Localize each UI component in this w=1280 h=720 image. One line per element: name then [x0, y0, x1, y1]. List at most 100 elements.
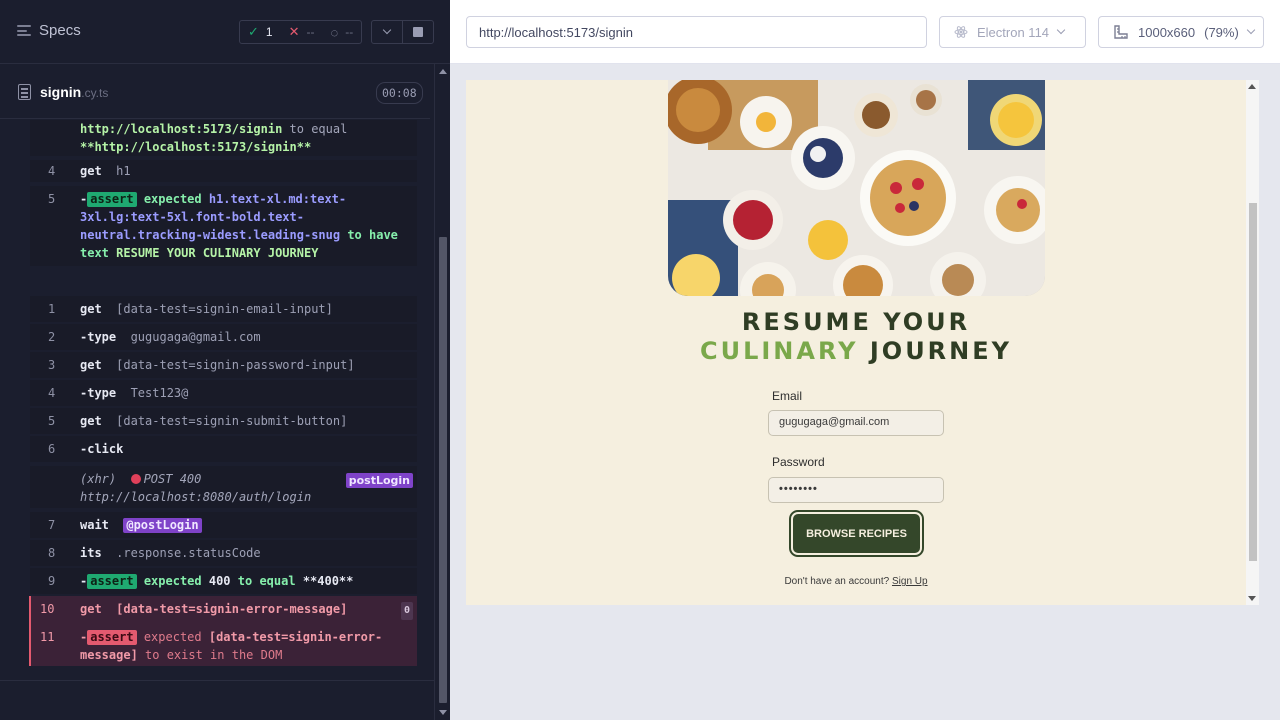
command-prefix: - — [80, 192, 88, 206]
chevron-down-icon — [382, 25, 392, 35]
command-number: 4 — [48, 164, 56, 178]
aut-header: http://localhost:5173/signin Electron 11… — [450, 0, 1280, 64]
chevron-down-icon — [1056, 25, 1066, 35]
command-number: 9 — [48, 574, 56, 588]
xhr-url: http://localhost:8080/auth/login — [80, 490, 312, 504]
scroll-down-icon — [439, 710, 447, 715]
signup-link[interactable]: Sign Up — [892, 576, 928, 587]
scroll-down-icon — [1248, 596, 1256, 601]
command-number: 8 — [48, 546, 56, 560]
command-row[interactable]: 2 -type gugugaga@gmail.com — [30, 324, 417, 350]
assert-expected: **400** — [302, 574, 354, 588]
command-name: -type — [80, 386, 117, 400]
collapse-button[interactable] — [372, 21, 403, 43]
spec-file-header: signin.cy.ts 00:08 — [0, 65, 430, 119]
xhr-status: POST 400 — [143, 472, 202, 486]
password-input[interactable]: •••••••• — [768, 477, 944, 503]
command-arg: gugugaga@gmail.com — [130, 330, 261, 344]
url-bar[interactable]: http://localhost:5173/signin — [466, 16, 927, 48]
command-name: get — [80, 358, 102, 372]
command-name: get — [80, 414, 102, 428]
command-name: get — [80, 302, 102, 316]
command-number: 10 — [40, 602, 55, 616]
command-prefix: - — [80, 574, 88, 588]
command-arg: [data-test=signin-submit-button] — [116, 414, 348, 428]
menu-icon — [17, 25, 31, 36]
scroll-up-icon — [439, 69, 447, 74]
failed-command-row[interactable]: 11 - assert expected [data-test=signin-er… — [30, 622, 417, 666]
command-name: its — [80, 546, 102, 560]
alias-badge: @postLogin — [123, 518, 202, 533]
command-row[interactable]: 4 -type Test123@ — [30, 380, 417, 406]
command-row[interactable]: 4 get h1 — [30, 160, 417, 182]
command-number: 5 — [48, 192, 56, 206]
document-icon — [18, 84, 31, 100]
spec-file-name[interactable]: signin.cy.ts — [40, 84, 108, 100]
assert-badge: assert — [87, 630, 137, 645]
command-row[interactable]: 5 - assert expected h1.text-xl.md:text-3x… — [30, 186, 417, 266]
command-number: 5 — [48, 414, 56, 428]
browse-recipes-button[interactable]: BROWSE RECIPES — [789, 510, 924, 557]
command-name: -type — [80, 330, 117, 344]
browser-selector[interactable]: Electron 114 — [939, 16, 1086, 48]
element-count-badge: 0 — [400, 602, 413, 620]
scroll-up-icon — [1248, 84, 1256, 89]
failed-command-row[interactable]: 10 get [data-test=signin-error-message] … — [30, 596, 417, 622]
command-row[interactable]: 9 - assert expected 400 to equal **400** — [30, 568, 417, 594]
assert-phrase: to equal — [289, 122, 348, 136]
command-number: 1 — [48, 302, 56, 316]
command-row[interactable]: 7 wait @postLogin — [30, 512, 417, 538]
signup-text: Don't have an account? — [784, 576, 890, 587]
xhr-row[interactable]: (xhr) POST 400 http://localhost:8080/aut… — [30, 466, 417, 508]
app-under-test: RESUME YOUR CULINARY JOURNEY Email gugug… — [466, 80, 1259, 605]
scrollbar-thumb[interactable] — [439, 237, 447, 703]
command-arg: .response.statusCode — [116, 546, 261, 560]
title-word: JOURNEY — [869, 337, 1013, 365]
reporter-footer — [0, 680, 434, 720]
command-number: 6 — [48, 442, 56, 456]
stop-button[interactable] — [403, 21, 433, 43]
hero-food-image — [668, 80, 1045, 296]
command-row[interactable]: 6 -click — [30, 436, 417, 462]
stop-icon — [413, 27, 423, 37]
pending-icon: ◌ — [330, 24, 339, 40]
assert-value: RESUME YOUR CULINARY JOURNEY — [116, 246, 319, 260]
spec-name: signin — [40, 84, 82, 100]
title-word-highlight: CULINARY — [699, 337, 859, 365]
passed-count: 1 — [265, 25, 273, 39]
electron-icon — [954, 26, 968, 38]
specs-label: Specs — [39, 22, 81, 39]
alias-badge: postLogin — [345, 473, 413, 488]
scrollbar-thumb[interactable] — [1249, 203, 1257, 561]
password-label: Password — [772, 455, 825, 469]
viewport-size: 1000x660 — [1138, 24, 1196, 40]
command-arg: [data-test=signin-error-message] — [116, 602, 348, 616]
check-icon: ✓ — [248, 24, 259, 39]
spec-duration: 00:08 — [376, 82, 423, 104]
command-prefix: - — [80, 630, 88, 644]
command-log-scrollbar[interactable] — [434, 64, 450, 720]
breakfast-table-photo — [668, 80, 1045, 296]
command-row[interactable]: http://localhost:5173/signin to equal **… — [30, 120, 417, 156]
viewport-selector[interactable]: 1000x660 (79%) — [1098, 16, 1264, 48]
assert-actual: http://localhost:5173/signin — [80, 122, 283, 136]
command-row[interactable]: 8 its .response.statusCode — [30, 540, 417, 566]
signup-prompt: Don't have an account? Sign Up — [466, 576, 1246, 587]
assert-phrase: to exist in the DOM — [145, 648, 283, 662]
ruler-icon — [1114, 25, 1128, 39]
assert-expected-word: expected — [143, 192, 202, 206]
command-name: wait — [80, 518, 109, 532]
spec-ext: .cy.ts — [81, 86, 109, 100]
specs-button[interactable]: Specs — [17, 22, 81, 39]
command-row[interactable]: 3 get [data-test=signin-password-input] — [30, 352, 417, 378]
command-arg: [data-test=signin-email-input] — [116, 302, 333, 316]
chevron-down-icon — [1246, 25, 1256, 35]
app-scrollbar[interactable] — [1246, 80, 1259, 605]
command-number: 3 — [48, 358, 56, 372]
assert-expected: **http://localhost:5173/signin** — [80, 140, 312, 154]
command-row[interactable]: 5 get [data-test=signin-submit-button] — [30, 408, 417, 434]
email-input[interactable]: gugugaga@gmail.com — [768, 410, 944, 436]
command-row[interactable]: 1 get [data-test=signin-email-input] — [30, 296, 417, 322]
x-icon: ✕ — [288, 24, 300, 39]
email-label: Email — [772, 389, 803, 403]
